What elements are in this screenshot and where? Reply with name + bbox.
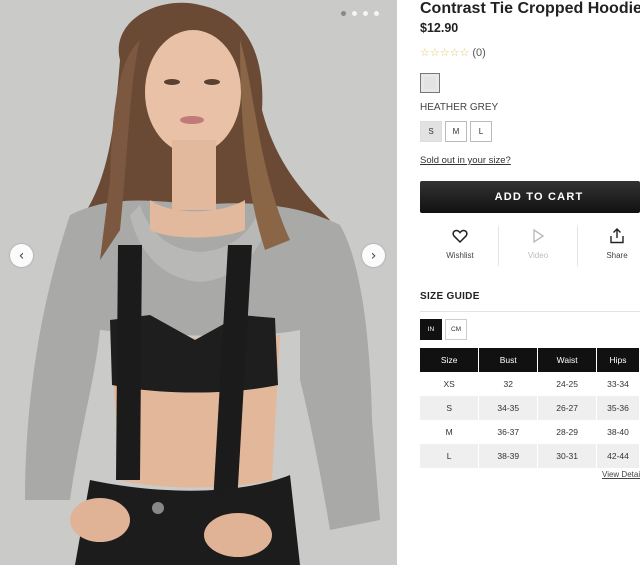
gallery-dot[interactable] <box>341 11 346 16</box>
column-header: Bust <box>478 348 539 372</box>
table-cell: XS <box>420 372 480 396</box>
gallery-pagination <box>341 11 379 16</box>
divider <box>420 311 640 312</box>
size-guide-table: Size Bust Waist Hips XS 32 24-25 33-34 S… <box>420 348 640 468</box>
product-title: Contrast Tie Cropped Hoodie <box>420 0 640 17</box>
heart-icon <box>420 228 500 246</box>
swatch-fill <box>424 77 436 89</box>
star-rating-icon: ☆☆☆☆☆ <box>420 46 470 59</box>
unit-toggle: IN CM <box>420 319 467 340</box>
wishlist-button[interactable]: Wishlist <box>420 224 500 268</box>
video-label: Video <box>527 251 549 260</box>
table-cell: 32 <box>478 372 539 396</box>
gallery-next-button[interactable]: › <box>362 244 385 267</box>
gallery-dot[interactable] <box>352 11 357 16</box>
sold-out-link[interactable]: Sold out in your size? <box>420 155 511 166</box>
gallery-dot[interactable] <box>374 11 379 16</box>
table-cell: 38-39 <box>478 444 539 468</box>
wishlist-label: Wishlist <box>446 251 474 260</box>
unit-cm-button[interactable]: CM <box>445 319 467 340</box>
column-header: Size <box>420 348 480 372</box>
share-button[interactable]: Share <box>577 224 640 268</box>
size-option-m[interactable]: M <box>445 121 467 142</box>
table-cell: 30-31 <box>537 444 598 468</box>
table-cell: 24-25 <box>537 372 598 396</box>
table-cell: 36-37 <box>478 420 539 444</box>
product-price: $12.90 <box>420 21 459 35</box>
table-cell: 42-44 <box>596 444 640 468</box>
table-cell: 35-36 <box>596 396 640 420</box>
table-cell: S <box>420 396 480 420</box>
chevron-left-icon: ‹ <box>18 247 25 264</box>
size-option-l[interactable]: L <box>470 121 492 142</box>
chevron-right-icon: › <box>370 247 377 264</box>
column-header: Hips <box>596 348 640 372</box>
gallery-dot[interactable] <box>363 11 368 16</box>
product-image[interactable]: ‹ › <box>0 0 397 565</box>
share-label: Share <box>606 251 628 260</box>
table-row: XS 32 24-25 33-34 <box>420 372 640 396</box>
product-details: Contrast Tie Cropped Hoodie $12.90 ☆☆☆☆☆… <box>420 0 640 565</box>
color-swatch[interactable] <box>420 73 440 93</box>
unit-inches-button[interactable]: IN <box>420 319 442 340</box>
table-cell: 26-27 <box>537 396 598 420</box>
table-row: M 36-37 28-29 38-40 <box>420 420 640 444</box>
table-header-row: Size Bust Waist Hips <box>420 348 640 372</box>
review-count: (0) <box>472 47 486 59</box>
table-cell: M <box>420 420 480 444</box>
product-actions: Wishlist Video Share <box>420 224 640 268</box>
video-button[interactable]: Video <box>498 224 578 268</box>
table-row: S 34-35 26-27 35-36 <box>420 396 640 420</box>
column-header: Waist <box>537 348 598 372</box>
table-cell: 33-34 <box>596 372 640 396</box>
table-cell: L <box>420 444 480 468</box>
size-guide-title: SIZE GUIDE <box>420 291 480 302</box>
table-row: L 38-39 30-31 42-44 <box>420 444 640 468</box>
selected-color-label: HEATHER GREY <box>420 102 499 113</box>
add-to-cart-button[interactable]: ADD TO CART <box>420 181 640 213</box>
model-photo <box>0 0 397 565</box>
view-details-link[interactable]: View Details <box>602 470 640 479</box>
table-cell: 28-29 <box>537 420 598 444</box>
product-rating[interactable]: ☆☆☆☆☆ (0) <box>420 46 486 59</box>
table-cell: 38-40 <box>596 420 640 444</box>
size-option-s[interactable]: S <box>420 121 442 142</box>
table-cell: 34-35 <box>478 396 539 420</box>
size-selector: S M L <box>420 121 492 142</box>
gallery-prev-button[interactable]: ‹ <box>10 244 33 267</box>
play-icon <box>498 228 578 246</box>
share-icon <box>577 228 640 246</box>
